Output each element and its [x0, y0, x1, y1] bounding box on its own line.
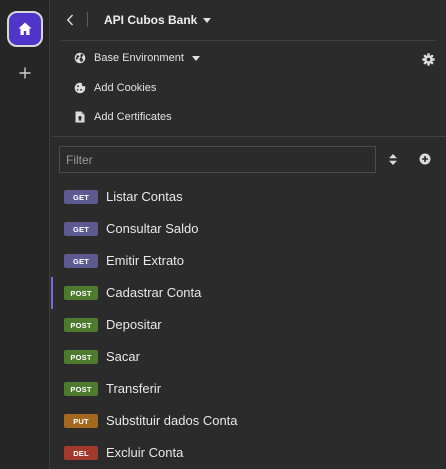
divider [51, 136, 446, 137]
request-item[interactable]: PUT Substituir dados Conta [51, 405, 446, 437]
request-item[interactable]: POST Sacar [51, 341, 446, 373]
caret-down-icon [191, 55, 200, 61]
method-badge: PUT [64, 414, 98, 428]
plus-circle-icon [419, 153, 431, 165]
home-button[interactable] [7, 11, 43, 47]
environment-selector[interactable]: Base Environment [73, 48, 200, 68]
filter-input[interactable] [59, 146, 376, 173]
plus-icon [19, 67, 31, 79]
main-panel: API Cubos Bank Base Environment Add Cook… [51, 0, 446, 469]
add-cookies-button[interactable]: Add Cookies [73, 78, 156, 98]
left-sidebar [0, 0, 50, 469]
request-name: Emitir Extrato [106, 253, 185, 268]
request-item[interactable]: GET Consultar Saldo [51, 213, 446, 245]
method-badge: POST [64, 286, 98, 300]
method-badge: GET [64, 190, 98, 204]
globe-icon [73, 52, 86, 65]
settings-button[interactable] [420, 51, 436, 67]
add-certificates-label: Add Certificates [94, 111, 172, 123]
cookie-icon [73, 82, 86, 95]
method-badge: GET [64, 254, 98, 268]
request-name: Consultar Saldo [106, 221, 199, 236]
sort-button[interactable] [386, 151, 400, 167]
back-button[interactable] [64, 12, 76, 28]
environment-label: Base Environment [94, 52, 184, 64]
request-item[interactable]: POST Cadastrar Conta [51, 277, 446, 309]
request-item[interactable]: GET Emitir Extrato [51, 245, 446, 277]
caret-down-icon [203, 17, 212, 23]
request-item[interactable]: POST Depositar [51, 309, 446, 341]
request-name: Substituir dados Conta [106, 413, 238, 428]
request-item[interactable]: DEL Excluir Conta [51, 437, 446, 469]
chevron-left-icon [66, 14, 74, 26]
request-item[interactable]: POST Transferir [51, 373, 446, 405]
collection-title-dropdown[interactable]: API Cubos Bank [104, 12, 212, 28]
request-name: Depositar [106, 317, 162, 332]
add-cookies-label: Add Cookies [94, 82, 157, 94]
gear-icon [421, 52, 435, 66]
method-badge: POST [64, 350, 98, 364]
request-list: GET Listar Contas GET Consultar Saldo GET Emi… [51, 181, 446, 469]
request-item[interactable]: GET Listar Contas [51, 181, 446, 213]
add-request-button[interactable] [417, 151, 433, 167]
divider [61, 40, 436, 41]
request-name: Sacar [106, 349, 140, 364]
add-workspace-button[interactable] [15, 63, 35, 83]
certificate-icon [73, 111, 86, 124]
add-certificates-button[interactable]: Add Certificates [73, 107, 172, 127]
header-divider [87, 12, 88, 27]
method-badge: POST [64, 318, 98, 332]
request-name: Cadastrar Conta [106, 285, 202, 300]
request-name: Excluir Conta [106, 445, 184, 460]
collection-header: API Cubos Bank [51, 0, 446, 40]
request-name: Listar Contas [106, 189, 183, 204]
request-name: Transferir [106, 381, 162, 396]
sort-icon [389, 153, 397, 165]
collection-title: API Cubos Bank [104, 13, 198, 27]
method-badge: POST [64, 382, 98, 396]
method-badge: DEL [64, 446, 98, 460]
home-icon [18, 22, 32, 35]
method-badge: GET [64, 222, 98, 236]
